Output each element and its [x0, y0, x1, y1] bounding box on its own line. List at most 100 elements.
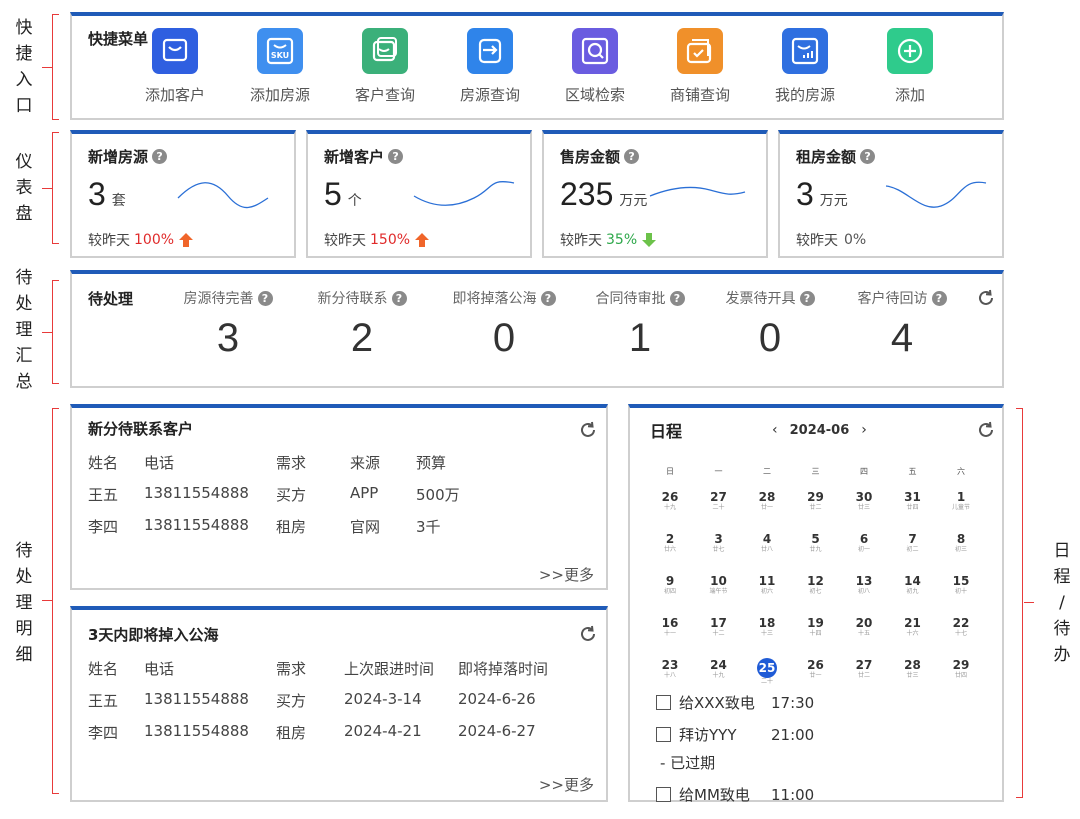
- side-label-char: 入: [15, 70, 33, 90]
- quick-menu-item[interactable]: 我的房源: [760, 28, 850, 105]
- more-link[interactable]: >>更多: [539, 564, 594, 585]
- pending-item[interactable]: 发票待开具? 0: [700, 288, 840, 361]
- lunar-date: 廿二: [809, 504, 822, 511]
- calendar-day[interactable]: 25 二十: [743, 658, 791, 686]
- calendar-day[interactable]: 16 十一: [646, 616, 694, 638]
- house-query-icon[interactable]: [467, 28, 513, 74]
- side-label-char: 细: [15, 645, 33, 665]
- calendar-day[interactable]: 28 廿一: [743, 490, 791, 512]
- pending-title: 待处理: [88, 290, 134, 308]
- quick-menu-item[interactable]: 添加客户: [130, 28, 220, 105]
- todo-checkbox[interactable]: [656, 727, 671, 742]
- help-icon[interactable]: ?: [860, 149, 876, 164]
- compare-percent: 150%: [370, 232, 411, 248]
- calendar-day[interactable]: 14 初九: [889, 574, 937, 596]
- calendar-day[interactable]: 11 初六: [743, 574, 791, 596]
- calendar-day[interactable]: 15 初十: [937, 574, 985, 596]
- calendar-day[interactable]: 1 儿童节: [937, 490, 985, 512]
- help-icon[interactable]: ?: [799, 290, 815, 306]
- pending-item[interactable]: 新分待联系? 2: [292, 288, 432, 361]
- calendar-day[interactable]: 2 廿六: [646, 532, 694, 554]
- refresh-icon[interactable]: [976, 420, 996, 440]
- calendar-day[interactable]: 4 廿八: [743, 532, 791, 554]
- help-icon[interactable]: ?: [624, 149, 640, 164]
- plus-icon[interactable]: [887, 28, 933, 74]
- help-icon[interactable]: ?: [152, 149, 168, 164]
- pending-label-text: 客户待回访: [857, 291, 928, 307]
- my-house-icon[interactable]: [782, 28, 828, 74]
- refresh-icon[interactable]: [578, 420, 598, 440]
- card-title-text: 租房金额: [796, 148, 857, 166]
- calendar-day[interactable]: 26 十九: [646, 490, 694, 512]
- calendar-day[interactable]: 29 廿四: [937, 658, 985, 680]
- help-icon[interactable]: ?: [388, 149, 404, 164]
- calendar-day[interactable]: 27 二十: [695, 490, 743, 512]
- sku-icon[interactable]: SKU: [257, 28, 303, 74]
- quick-menu-panel: 快捷菜单 添加客户 SKU 添加房源 客户查询 房源查询 区域检索 商铺查询 我的房源 添加: [70, 12, 1004, 120]
- calendar-day[interactable]: 20 十五: [840, 616, 888, 638]
- pending-item[interactable]: 即将掉落公海? 0: [434, 288, 574, 361]
- pending-item[interactable]: 房源待完善? 3: [158, 288, 298, 361]
- calendar-day[interactable]: 7 初二: [889, 532, 937, 554]
- help-icon[interactable]: ?: [391, 290, 407, 306]
- calendar-day[interactable]: 6 初一: [840, 532, 888, 554]
- refresh-icon[interactable]: [976, 288, 996, 308]
- quick-menu-item[interactable]: 区域检索: [550, 28, 640, 105]
- calendar-day[interactable]: 9 初四: [646, 574, 694, 596]
- prev-month-icon[interactable]: ‹: [772, 422, 778, 438]
- shop-query-icon[interactable]: [677, 28, 723, 74]
- todo-item[interactable]: 拜访YYY 21:00: [656, 724, 814, 745]
- calendar-day[interactable]: 18 十三: [743, 616, 791, 638]
- lunar-date: 十四: [809, 630, 822, 637]
- region-search-icon[interactable]: [572, 28, 618, 74]
- todo-checkbox[interactable]: [656, 787, 671, 802]
- calendar-day[interactable]: 5 廿九: [792, 532, 840, 554]
- table-cell: 13811554888: [144, 484, 249, 502]
- calendar-day[interactable]: 8 初三: [937, 532, 985, 554]
- next-month-icon[interactable]: ›: [861, 422, 867, 438]
- calendar-day[interactable]: 24 十九: [695, 658, 743, 680]
- quick-menu-item[interactable]: 添加: [865, 28, 955, 105]
- calendar-day[interactable]: 13 初八: [840, 574, 888, 596]
- table-header-cell: 预算: [416, 454, 447, 472]
- help-icon[interactable]: ?: [540, 290, 556, 306]
- calendar-day[interactable]: 10 端午节: [695, 574, 743, 596]
- calendar-day[interactable]: 3 廿七: [695, 532, 743, 554]
- help-icon[interactable]: ?: [931, 290, 947, 306]
- quick-menu-item[interactable]: 房源查询: [445, 28, 535, 105]
- add-customer-icon[interactable]: [152, 28, 198, 74]
- calendar-day[interactable]: 27 廿二: [840, 658, 888, 680]
- calendar-panel: 日程 ‹ 2024-06 › 日一二三四五六 26 十九 27 二十 28 廿一 29 廿二 30…: [628, 404, 1004, 805]
- quick-menu-item[interactable]: 客户查询: [340, 28, 430, 105]
- help-icon[interactable]: ?: [669, 290, 685, 306]
- refresh-icon[interactable]: [578, 624, 598, 644]
- calendar-day[interactable]: 22 十七: [937, 616, 985, 638]
- dashboard-card: 新增房源? 3 套较昨天 100%: [70, 130, 296, 258]
- table-cell: 买方: [276, 486, 307, 504]
- calendar-day[interactable]: 26 廿一: [792, 658, 840, 680]
- calendar-day[interactable]: 28 廿三: [889, 658, 937, 680]
- calendar-day[interactable]: 19 十四: [792, 616, 840, 638]
- day-number: 10: [710, 574, 727, 588]
- quick-menu-item[interactable]: SKU 添加房源: [235, 28, 325, 105]
- calendar-day[interactable]: 17 十二: [695, 616, 743, 638]
- quick-menu-item[interactable]: 商铺查询: [655, 28, 745, 105]
- calendar-day[interactable]: 12 初七: [792, 574, 840, 596]
- calendar-day[interactable]: 30 廿三: [840, 490, 888, 512]
- pending-item[interactable]: 合同待审批? 1: [570, 288, 710, 361]
- calendar-day[interactable]: 21 十六: [889, 616, 937, 638]
- todo-item[interactable]: 给XXX致电 17:30: [656, 692, 814, 713]
- lunar-date: 廿七: [712, 546, 725, 553]
- customer-query-icon[interactable]: [362, 28, 408, 74]
- calendar-day[interactable]: 29 廿二: [792, 490, 840, 512]
- todo-checkbox[interactable]: [656, 695, 671, 710]
- more-link[interactable]: >>更多: [539, 774, 594, 795]
- lunar-date: 十五: [857, 630, 870, 637]
- todo-item[interactable]: 给MM致电 11:00: [656, 784, 814, 805]
- calendar-day[interactable]: 31 廿四: [889, 490, 937, 512]
- calendar-day[interactable]: 23 十八: [646, 658, 694, 680]
- lunar-date: 十八: [663, 672, 676, 679]
- pending-item[interactable]: 客户待回访? 4: [832, 288, 972, 361]
- help-icon[interactable]: ?: [257, 290, 273, 306]
- lunar-date: 十三: [760, 630, 773, 637]
